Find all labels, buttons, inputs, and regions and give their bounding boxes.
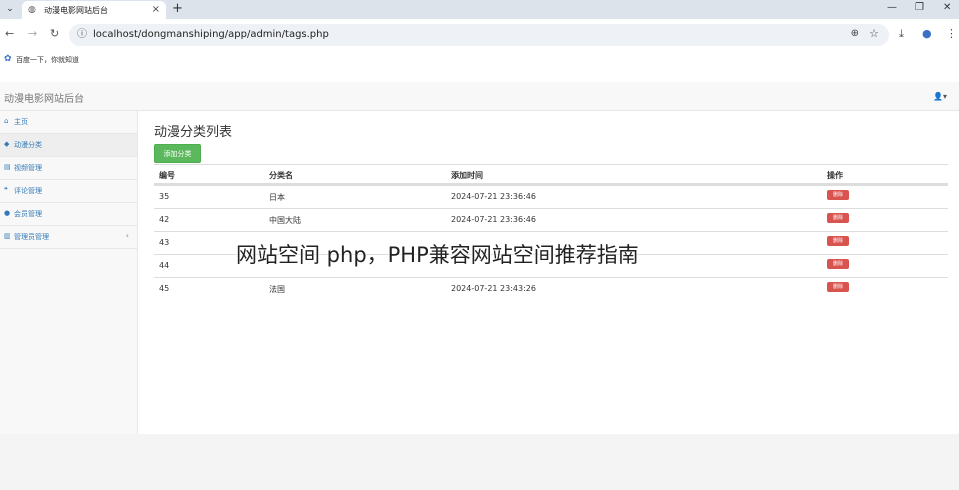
menu-icon[interactable]: ⋮: [946, 27, 957, 40]
tag-icon: ◆: [4, 140, 10, 148]
page-title: 动漫分类列表: [154, 125, 233, 140]
column-header-id: 编号: [159, 171, 175, 180]
delete-button[interactable]: 删除: [827, 282, 849, 292]
browser-tab[interactable]: ◍ 动漫电影网站后台 ×: [22, 1, 166, 19]
user-icon: ●: [4, 209, 11, 217]
delete-button[interactable]: 删除: [827, 190, 849, 200]
sidebar-item-label: 视频管理: [14, 164, 42, 172]
column-header-name: 分类名: [269, 171, 293, 180]
table-header-row: 编号 分类名 添加时间 操作: [154, 164, 948, 185]
cell-id: 42: [159, 215, 170, 224]
sidebar-item-label: 动漫分类: [14, 141, 42, 149]
sidebar-item-label: 会员管理: [14, 210, 42, 218]
globe-icon: ◍: [28, 5, 36, 15]
minimize-icon[interactable]: —: [887, 2, 897, 14]
page-footer-area: [0, 434, 959, 490]
brand-title[interactable]: 动漫电影网站后台: [4, 90, 84, 105]
category-table: 编号 分类名 添加时间 操作 35 日本 2024-07-21 23:36:46…: [154, 164, 948, 300]
cell-time: 2024-07-21 23:43:26: [451, 284, 536, 293]
dashboard-icon: ⌂: [4, 117, 9, 125]
table-row: 45 法国 2024-07-21 23:43:26 删除: [154, 277, 948, 300]
cell-id: 43: [159, 238, 170, 247]
sidebar-item-label: 评论管理: [14, 187, 42, 195]
sidebar: ⌂ 主页 ◆ 动漫分类 ▤ 视频管理 ❝ 评论管理 ● 会员管理 ▥ 管理员管理…: [0, 111, 138, 434]
restore-icon[interactable]: ❐: [915, 2, 924, 14]
sidebar-item-label: 主页: [14, 118, 28, 126]
url-field[interactable]: ⓘ localhost/dongmanshiping/app/admin/tag…: [69, 24, 889, 46]
column-header-action: 操作: [827, 171, 843, 180]
baidu-icon: ✿: [4, 54, 12, 64]
cell-id: 35: [159, 192, 170, 201]
table-row: 42 中国大陆 2024-07-21 23:36:46 删除: [154, 208, 948, 231]
reload-icon[interactable]: ↻: [50, 28, 59, 40]
sidebar-item-comments[interactable]: ❝ 评论管理: [0, 180, 137, 203]
cell-name: 中国大陆: [269, 216, 301, 225]
admin-navbar: 动漫电影网站后台 👤▾: [0, 82, 959, 111]
cell-time: 2024-07-21 23:36:46: [451, 192, 536, 201]
address-bar-row: ← → ↻ ⓘ localhost/dongmanshiping/app/adm…: [0, 19, 959, 50]
comments-icon: ❝: [4, 186, 8, 194]
bookmarks-bar: ✿ 百度一下，你就知道: [0, 50, 959, 70]
sidebar-item-members[interactable]: ● 会员管理: [0, 203, 137, 226]
cell-time: 2024-07-21 23:36:46: [451, 215, 536, 224]
film-icon: ▤: [4, 163, 11, 171]
download-icon[interactable]: ⤓: [899, 27, 904, 40]
tab-search-icon[interactable]: ⌄: [3, 2, 17, 16]
sidebar-item-label: 管理员管理: [14, 233, 49, 241]
user-dropdown-icon[interactable]: 👤▾: [933, 92, 947, 101]
back-icon[interactable]: ←: [5, 28, 14, 40]
bar-chart-icon: ▥: [4, 232, 11, 240]
new-tab-icon[interactable]: +: [172, 1, 183, 17]
close-icon[interactable]: ×: [152, 4, 160, 16]
delete-button[interactable]: 删除: [827, 213, 849, 223]
sidebar-item-home[interactable]: ⌂ 主页: [0, 111, 137, 134]
sidebar-item-admins[interactable]: ▥ 管理员管理 ‹: [0, 226, 137, 249]
cell-id: 45: [159, 284, 170, 293]
sidebar-item-categories[interactable]: ◆ 动漫分类: [0, 134, 137, 157]
forward-icon[interactable]: →: [28, 28, 37, 40]
table-row: 35 日本 2024-07-21 23:36:46 删除: [154, 185, 948, 208]
sidebar-item-videos[interactable]: ▤ 视频管理: [0, 157, 137, 180]
cell-name: 法国: [269, 285, 285, 294]
bookmark-baidu[interactable]: 百度一下，你就知道: [16, 55, 79, 65]
delete-button[interactable]: 删除: [827, 236, 849, 246]
url-text: localhost/dongmanshiping/app/admin/tags.…: [93, 29, 329, 40]
profile-icon[interactable]: ●: [922, 27, 932, 40]
zoom-icon[interactable]: ⊕: [851, 28, 859, 39]
cell-id: 44: [159, 261, 170, 270]
browser-tab-bar: ⌄ ◍ 动漫电影网站后台 × + — ❐ ✕: [0, 0, 959, 19]
delete-button[interactable]: 删除: [827, 259, 849, 269]
cell-name: 日本: [269, 193, 285, 202]
site-info-icon[interactable]: ⓘ: [77, 29, 87, 41]
watermark-caption: 网站空间 php，PHP兼容网站空间推荐指南: [236, 243, 639, 267]
bookmark-star-icon[interactable]: ☆: [869, 27, 879, 40]
column-header-time: 添加时间: [451, 171, 483, 180]
window-close-icon[interactable]: ✕: [943, 2, 951, 14]
chevron-left-icon: ‹: [125, 231, 129, 240]
add-category-button[interactable]: 添加分类: [154, 144, 201, 163]
tab-title: 动漫电影网站后台: [44, 6, 108, 15]
